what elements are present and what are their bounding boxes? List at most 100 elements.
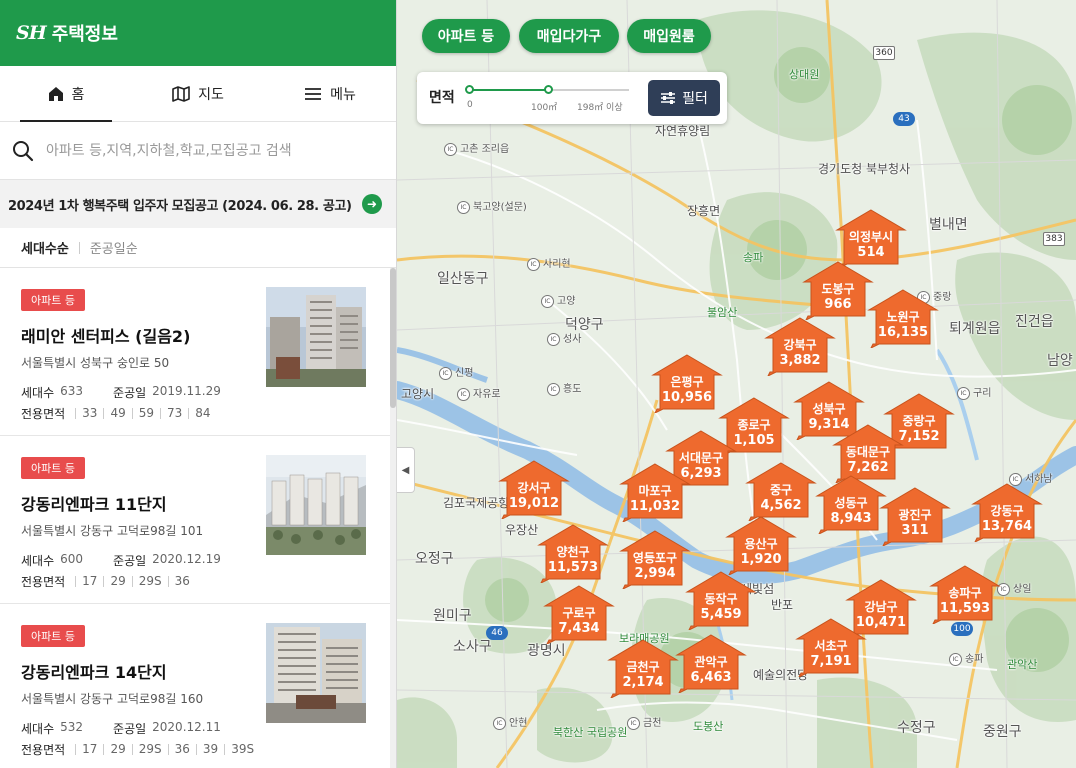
map-ic-label: IC 사리현: [527, 255, 571, 271]
district-marker[interactable]: 의정부시 514: [835, 208, 907, 268]
list-scrollbar-thumb[interactable]: [390, 268, 396, 408]
listing-thumbnail: [266, 623, 366, 723]
district-marker[interactable]: 금천구 2,174: [607, 638, 679, 698]
district-marker[interactable]: 강동구 13,764: [971, 482, 1043, 542]
area-tick-label: 100㎡: [531, 103, 558, 113]
map-ic-label: IC 고양: [541, 292, 575, 308]
district-marker[interactable]: 관악구 6,463: [675, 633, 747, 693]
listing-card[interactable]: 아파트 등 강동리엔파크 11단지 서울특별시 강동구 고덕로98길 101 세…: [0, 436, 396, 604]
area-size: 39S: [224, 743, 260, 755]
map-label: 반포: [771, 598, 794, 612]
listing-areas: 전용면적 33 49 59 73 84: [21, 405, 396, 422]
listing-list[interactable]: 아파트 등 래미안 센터피스 (길음2) 서울특별시 성북구 숭인로 50 세대…: [0, 268, 396, 768]
district-marker[interactable]: 강북구 3,882: [764, 316, 836, 376]
district-marker[interactable]: 서초구 7,191: [795, 617, 867, 677]
district-name: 강남구: [864, 600, 898, 614]
map-ic-label: IC 안현: [493, 714, 527, 730]
tab-map[interactable]: 지도: [132, 66, 264, 121]
sort-by-units[interactable]: 세대수순: [21, 238, 69, 257]
filter-apartment-button[interactable]: 아파트 등: [422, 19, 510, 53]
listing-card[interactable]: 아파트 등 래미안 센터피스 (길음2) 서울특별시 성북구 숭인로 50 세대…: [0, 268, 396, 436]
area-size: 29: [103, 575, 131, 587]
filter-multihousehold-button[interactable]: 매입다가구: [519, 19, 619, 53]
notice-banner[interactable]: 2024년 1차 행복주택 입주자 모집공고 (2024. 06. 28. 공고…: [0, 180, 396, 228]
area-range-max-handle[interactable]: [544, 85, 553, 94]
filter-button[interactable]: 필터: [648, 80, 720, 116]
units-value: 532: [60, 720, 84, 734]
district-count: 8,943: [830, 511, 872, 526]
area-range-slider[interactable]: [465, 85, 629, 94]
map-ic-label: IC 성사: [547, 330, 581, 346]
map-label: 송파: [743, 251, 764, 264]
district-name: 광진구: [898, 508, 932, 522]
district-marker[interactable]: 영등포구 2,994: [619, 529, 691, 589]
district-marker[interactable]: 송파구 11,593: [929, 564, 1001, 624]
map-label: 관악산: [1007, 658, 1038, 671]
tab-home[interactable]: 홈: [0, 66, 132, 122]
search-icon[interactable]: [12, 140, 34, 162]
sort-divider: [78, 241, 80, 254]
district-marker[interactable]: 노원구 16,135: [867, 288, 939, 348]
chevron-left-icon: ◀: [401, 464, 410, 476]
map-label: 우장산: [505, 523, 539, 537]
road-number: 46: [486, 626, 508, 640]
district-marker[interactable]: 도봉구 966: [802, 260, 874, 320]
map-ic-label: IC 송파: [949, 650, 983, 666]
district-marker[interactable]: 동작구 5,459: [685, 570, 757, 630]
district-marker[interactable]: 중구 4,562: [745, 461, 817, 521]
district-name: 중구: [769, 483, 793, 497]
area-size: 73: [160, 407, 188, 419]
map-ic-label: IC 북고양(설문): [457, 198, 527, 214]
road-number: 360: [873, 46, 895, 60]
district-marker[interactable]: 용산구 1,920: [725, 515, 797, 575]
area-label: 전용면적: [21, 407, 66, 421]
completed-value: 2020.12.11: [152, 720, 221, 734]
district-marker[interactable]: 광진구 311: [879, 486, 951, 546]
road-number: 100: [951, 622, 973, 636]
map-label: 도봉산: [693, 720, 724, 733]
area-size: 29S: [131, 575, 168, 587]
tab-menu[interactable]: 메뉴: [264, 66, 396, 121]
district-marker[interactable]: 양천구 11,573: [537, 523, 609, 583]
map-view[interactable]: 일산동구 덕양구 고양시 오정구 원미구 소사구 광명시 남양 퇴계원읍 진건읍…: [397, 0, 1076, 768]
filter-oneroom-button[interactable]: 매입원룸: [627, 19, 711, 53]
district-name: 동대문구: [845, 445, 891, 459]
district-count: 2,994: [634, 566, 676, 581]
sort-by-completion[interactable]: 준공일순: [90, 238, 138, 257]
area-tick-label: 0: [467, 100, 473, 110]
brand-header[interactable]: SH 주택정보: [0, 0, 396, 66]
district-count: 7,262: [847, 460, 889, 475]
district-name: 강동구: [990, 504, 1024, 518]
district-name: 강북구: [783, 338, 817, 352]
area-size: 17: [75, 575, 103, 587]
district-count: 7,434: [558, 621, 600, 636]
map-label: 소사구: [453, 639, 492, 655]
collapse-sidebar-button[interactable]: ◀: [397, 447, 415, 493]
road-number: 43: [893, 112, 915, 126]
units-label: 세대수: [21, 722, 55, 736]
map-icon: [172, 85, 190, 102]
district-name: 도봉구: [821, 282, 855, 296]
map-label: 진건읍: [1015, 314, 1054, 330]
district-marker[interactable]: 마포구 11,032: [619, 462, 691, 522]
map-ic-label: IC 신평: [439, 364, 473, 380]
area-range-min-handle[interactable]: [465, 85, 474, 94]
listing-card[interactable]: 아파트 등 강동리엔파크 14단지 서울특별시 강동구 고덕로98길 160 세…: [0, 604, 396, 768]
district-count: 11,573: [547, 560, 599, 575]
tab-map-label: 지도: [198, 86, 224, 103]
district-name: 마포구: [638, 484, 672, 498]
district-marker[interactable]: 구로구 7,434: [543, 584, 615, 644]
district-count: 7,191: [810, 654, 852, 669]
map-ic-label: IC 자유로: [457, 385, 501, 401]
arrow-right-icon[interactable]: ➜: [362, 194, 382, 214]
listing-areas: 전용면적 17 29 29S 36: [21, 573, 396, 590]
district-name: 강서구: [517, 481, 551, 495]
notice-text: 2024년 1차 행복주택 입주자 모집공고 (2024. 06. 28. 공고…: [8, 198, 352, 214]
district-marker[interactable]: 은평구 10,956: [651, 353, 723, 413]
district-marker[interactable]: 성동구 8,943: [815, 474, 887, 534]
area-label: 전용면적: [21, 743, 66, 757]
district-name: 성동구: [834, 496, 868, 510]
listing-thumbnail: [266, 287, 366, 387]
search-input[interactable]: [46, 142, 366, 159]
district-marker[interactable]: 강서구 19,012: [498, 459, 570, 519]
